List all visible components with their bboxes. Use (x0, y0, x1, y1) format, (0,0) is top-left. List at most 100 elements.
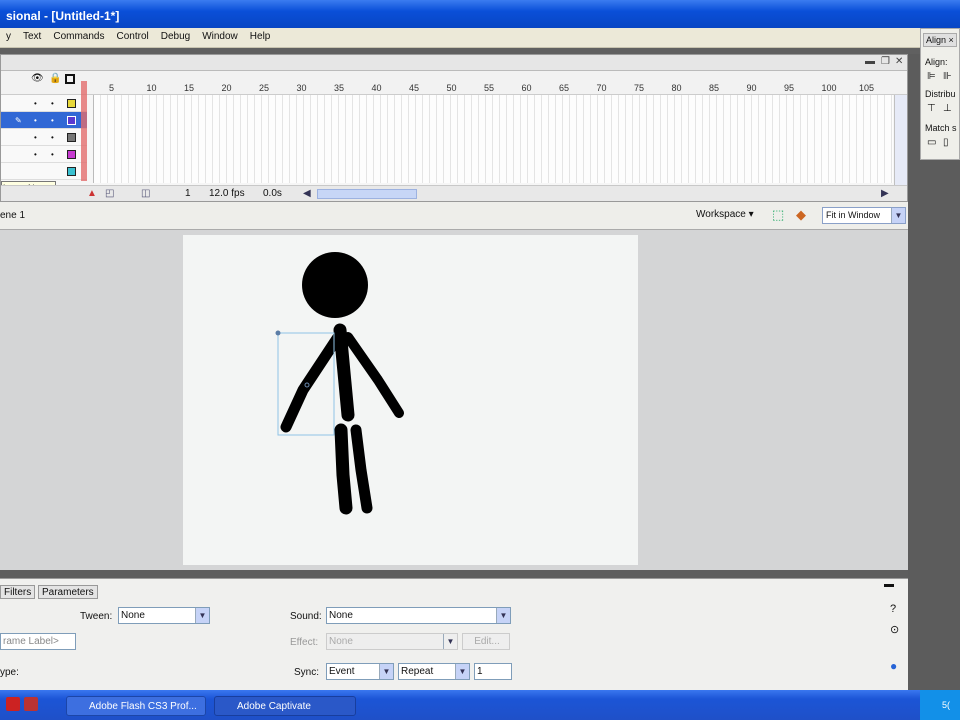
pencil-icon: ✎ (15, 116, 22, 125)
scroll-left-icon[interactable]: ◀ (303, 188, 311, 199)
menu-help[interactable]: Help (244, 28, 277, 42)
panel-menu-icon[interactable]: ▬ (884, 579, 894, 590)
quicklaunch-icon[interactable] (24, 697, 38, 711)
frame-number: 80 (671, 83, 682, 93)
edit-symbol-icon[interactable]: ◆ (796, 207, 806, 223)
playhead[interactable] (81, 81, 87, 181)
stage[interactable] (183, 235, 638, 565)
menu-view[interactable]: y (0, 28, 17, 42)
scroll-right-icon[interactable]: ▶ (881, 188, 889, 199)
match-width-icon[interactable]: ▭ (927, 137, 936, 148)
sound-label: Sound: (290, 611, 322, 622)
chevron-down-icon: ▼ (496, 608, 510, 623)
menu-commands[interactable]: Commands (47, 28, 110, 42)
stick-figure[interactable] (183, 235, 638, 565)
outline-icon[interactable] (65, 74, 75, 84)
distribute-top-icon[interactable]: ⊤ (927, 103, 936, 114)
layer-row-selected[interactable]: ✎ • • (1, 112, 87, 129)
timeline-titlebar: ▬ ❐ ✕ (1, 55, 907, 71)
timeline-status-bar: ▲ ◰ ◫ 1 12.0 fps 0.0s ◀ ▶ (1, 185, 907, 201)
edit-button[interactable]: Edit... (462, 633, 510, 650)
restore-icon[interactable]: ❐ (881, 56, 890, 67)
eye-icon[interactable]: 👁 (31, 73, 44, 84)
edit-multiple-icon[interactable]: ◫ (141, 188, 150, 199)
quicklaunch-icon[interactable] (6, 697, 20, 711)
expand-icon[interactable]: ● (890, 659, 897, 673)
timeline-panel: ▬ ❐ ✕ 👁 🔒 5 10 15 20 25 30 35 40 45 50 55 60 65 70 75 8… (0, 54, 908, 202)
system-clock: 5( (920, 690, 960, 720)
window-title: sional - [Untitled-1*] (6, 9, 120, 23)
close-icon[interactable]: ✕ (895, 56, 903, 67)
tab-filters[interactable]: Filters (0, 585, 36, 599)
frame-number: 100 (821, 83, 837, 93)
align-center-icon[interactable]: ⊪ (943, 71, 952, 82)
tween-select[interactable]: None ▼ (118, 607, 210, 624)
panel-divider (0, 570, 920, 578)
frame-number: 60 (521, 83, 532, 93)
frame-number: 25 (259, 83, 270, 93)
label-type: ype: (0, 667, 19, 678)
panel-menu-icon[interactable]: ▬ (865, 56, 875, 67)
taskbar-item-captivate[interactable]: Adobe Captivate (214, 696, 356, 716)
taskbar: Adobe Flash CS3 Prof... Adobe Captivate … (0, 690, 960, 720)
edit-scene-icon[interactable]: ⬚ (772, 207, 784, 223)
repeat-count-input[interactable]: 1 (474, 663, 512, 680)
repeat-select[interactable]: Repeat ▼ (398, 663, 470, 680)
frame-number: 40 (371, 83, 382, 93)
frame-grid[interactable] (93, 95, 893, 183)
zoom-select[interactable]: Fit in Window ▼ (822, 207, 906, 224)
add-layer-icon[interactable]: ▲ (87, 188, 97, 199)
frame-number: 95 (784, 83, 795, 93)
scene-name[interactable]: ene 1 (0, 210, 25, 221)
frame-number: 85 (709, 83, 720, 93)
align-label: Align: (925, 57, 948, 67)
sound-value: None (329, 610, 353, 621)
effect-select[interactable]: None ▼ (326, 633, 458, 650)
workspace-button[interactable]: Workspace ▾ (696, 209, 754, 220)
match-height-icon[interactable]: ▯ (943, 137, 949, 148)
timeline-horizontal-scrollbar[interactable] (317, 189, 417, 199)
frame-number: 30 (296, 83, 307, 93)
current-frame: 1 (185, 188, 191, 199)
tab-parameters[interactable]: Parameters (38, 585, 98, 599)
repeat-value: Repeat (401, 666, 434, 677)
frame-label-input[interactable]: rame Label> (0, 633, 76, 650)
layer-row[interactable]: • • (1, 146, 87, 163)
distribute-label: Distribu (925, 89, 956, 99)
zoom-value: Fit in Window (826, 210, 881, 220)
settings-icon[interactable]: ⊙ (890, 623, 899, 636)
onion-skin-icon[interactable]: ◰ (105, 188, 114, 199)
pasteboard (0, 230, 908, 570)
frame-number: 35 (334, 83, 345, 93)
menu-text[interactable]: Text (17, 28, 47, 42)
sync-label: Sync: (294, 667, 320, 678)
chevron-down-icon: ▼ (455, 664, 469, 679)
timeline-vertical-scrollbar[interactable] (894, 95, 907, 185)
taskbar-item-label: Adobe Flash CS3 Prof... (89, 701, 197, 712)
menu-debug[interactable]: Debug (155, 28, 196, 42)
frame-number: 75 (634, 83, 645, 93)
layer-row[interactable]: • • (1, 129, 87, 146)
tab-align[interactable]: Align × (923, 33, 957, 47)
sync-select[interactable]: Event ▼ (326, 663, 394, 680)
sound-select[interactable]: None ▼ (326, 607, 511, 624)
align-left-icon[interactable]: ⊫ (927, 71, 936, 82)
help-icon[interactable]: ? (890, 603, 896, 615)
distribute-center-icon[interactable]: ⊥ (943, 103, 952, 114)
lock-icon[interactable]: 🔒 (49, 73, 61, 84)
frame-number: 15 (184, 83, 195, 93)
chevron-down-icon: ▼ (891, 208, 905, 223)
menu-control[interactable]: Control (110, 28, 154, 42)
layer-row[interactable]: • • (1, 95, 87, 112)
taskbar-item-flash[interactable]: Adobe Flash CS3 Prof... (66, 696, 206, 716)
layer-row[interactable] (1, 163, 87, 180)
match-size-label: Match s (925, 123, 957, 133)
window-titlebar[interactable]: sional - [Untitled-1*] (0, 0, 960, 28)
frame-number: 65 (559, 83, 570, 93)
timeline-header: 👁 🔒 5 10 15 20 25 30 35 40 45 50 55 60 65 70 75 80 85 90 9… (1, 71, 907, 95)
chevron-down-icon: ▼ (195, 608, 209, 623)
edit-bar: ene 1 Workspace ▾ ⬚ ◆ Fit in Window ▼ (0, 202, 908, 230)
sync-value: Event (329, 666, 355, 677)
menu-window[interactable]: Window (196, 28, 244, 42)
menu-bar: y Text Commands Control Debug Window Help (0, 28, 920, 48)
